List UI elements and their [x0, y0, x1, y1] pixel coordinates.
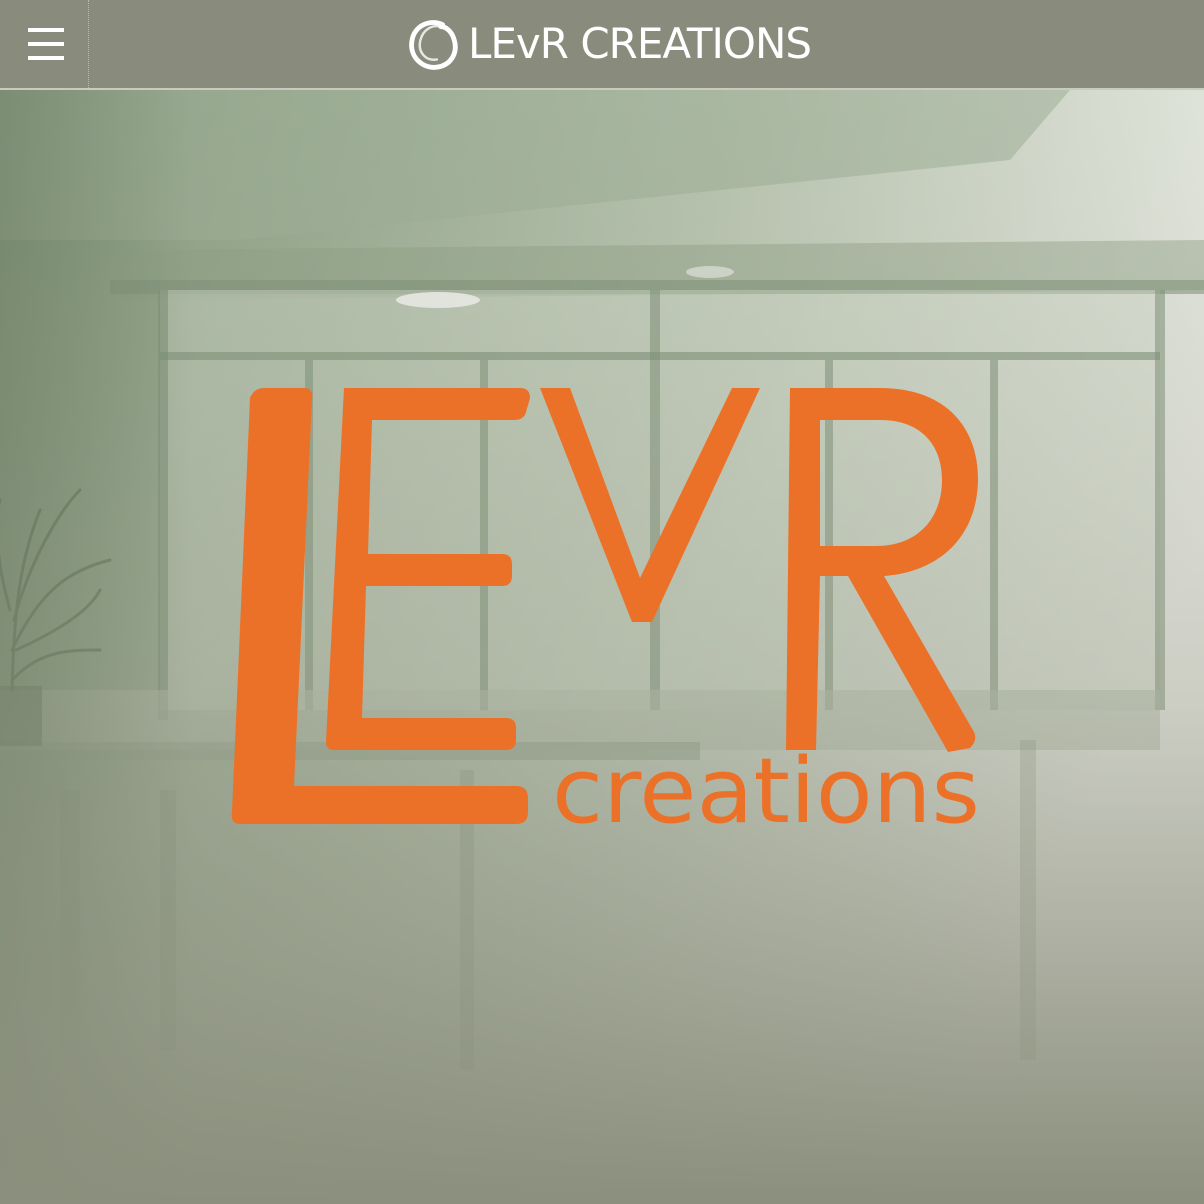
logo-subtitle: creations — [552, 739, 980, 844]
brand-name: LEvR CREATIONS — [468, 19, 812, 68]
enso-circle-icon — [409, 20, 458, 70]
page: LEvR CREATIONS creations — [0, 0, 1204, 1204]
logo-letter-e — [326, 388, 530, 750]
levr-creations-logo: creations — [231, 388, 980, 844]
menu-button[interactable] — [0, 0, 89, 88]
logo-letter-r — [786, 388, 978, 752]
top-nav-bar: LEvR CREATIONS — [0, 0, 1204, 90]
logo-letter-v — [540, 388, 760, 622]
hero-section: creations — [0, 90, 1204, 1204]
brand-logo-link[interactable]: LEvR CREATIONS — [404, 14, 812, 74]
logo-letter-l — [231, 388, 528, 824]
